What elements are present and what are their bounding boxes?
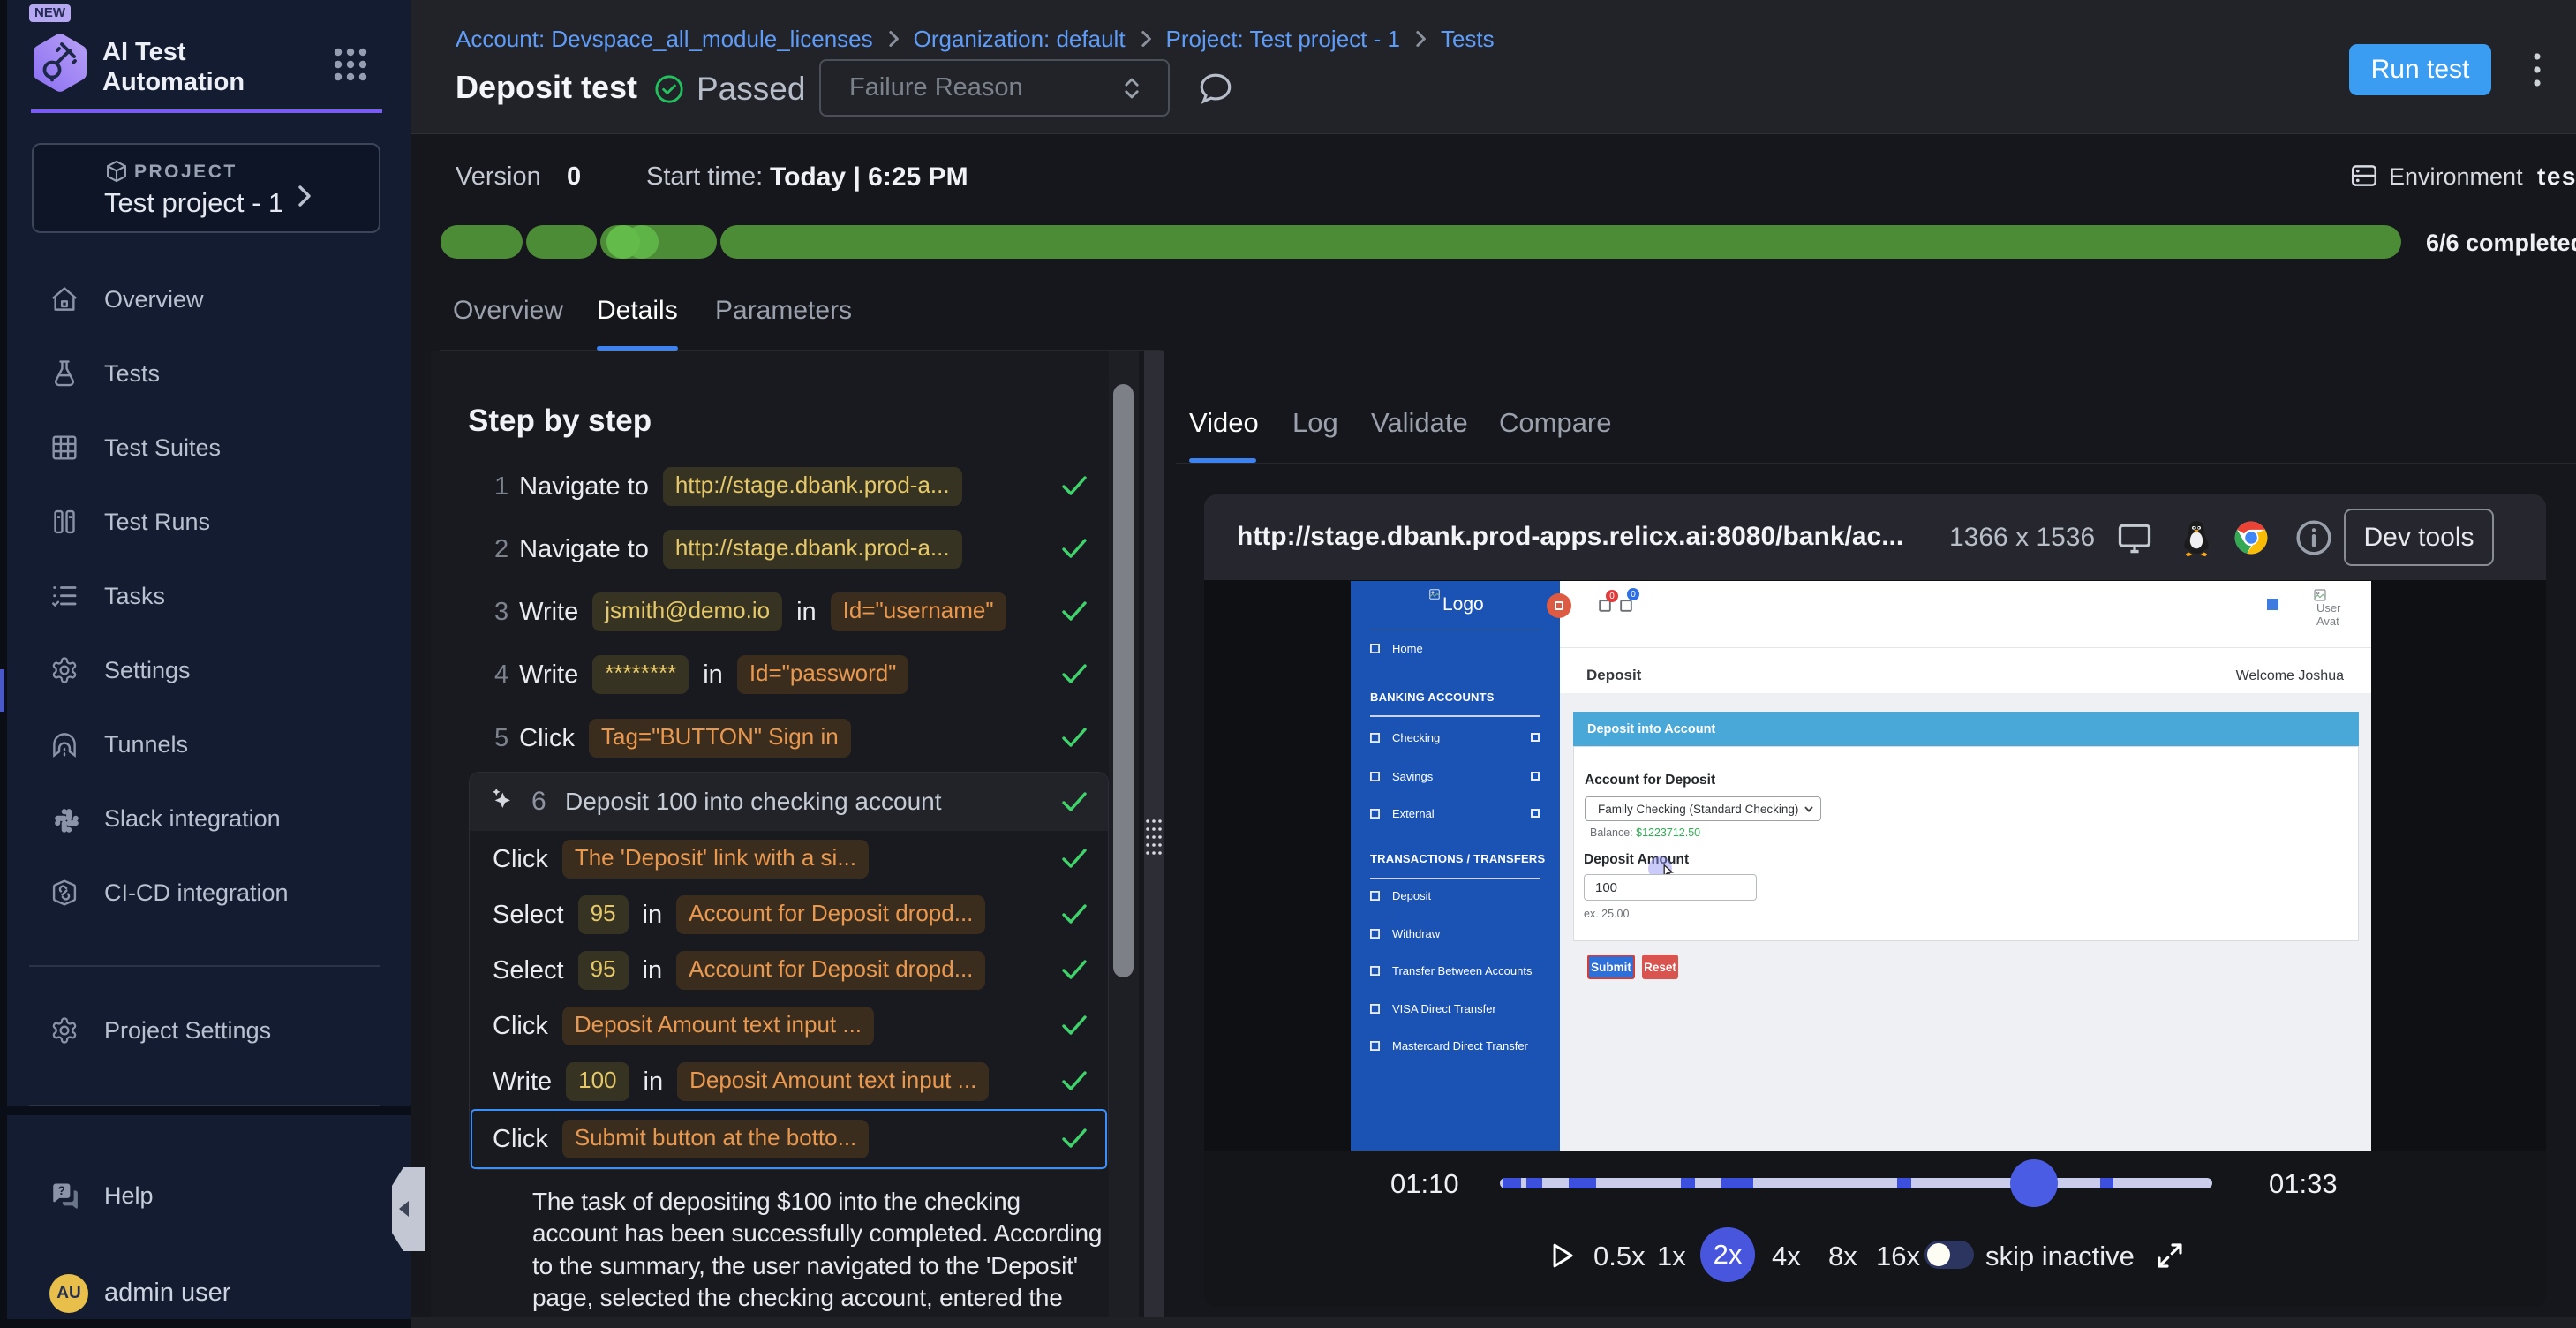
svg-text:?: ? — [58, 1184, 65, 1197]
